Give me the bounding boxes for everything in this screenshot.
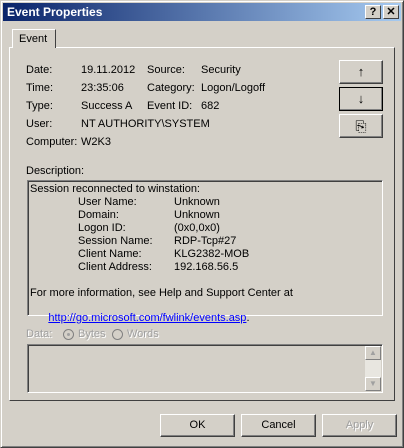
arrow-up-icon: ↑ bbox=[357, 64, 365, 79]
apply-button[interactable]: Apply bbox=[322, 414, 397, 437]
category-label: Category: bbox=[147, 82, 195, 94]
time-value: 23:35:06 bbox=[81, 82, 124, 94]
help-icon: ? bbox=[369, 6, 377, 18]
data-label: Data: bbox=[26, 328, 53, 340]
date-value: 19.11.2012 bbox=[81, 64, 136, 76]
description-value: Unknown bbox=[174, 196, 220, 208]
link-suffix: . bbox=[246, 312, 250, 324]
more-info-text: For more information, see Help and Suppo… bbox=[30, 287, 293, 299]
tab-event[interactable]: Event bbox=[12, 29, 56, 48]
description-key: User Name: bbox=[78, 196, 137, 208]
source-value: Security bbox=[201, 64, 241, 76]
words-radio[interactable] bbox=[112, 329, 123, 340]
help-center-link[interactable]: http://go.microsoft.com/fwlink/events.as… bbox=[48, 312, 246, 324]
tab-event-label: Event bbox=[19, 33, 48, 45]
cancel-label: Cancel bbox=[261, 419, 296, 431]
arrow-down-icon: ↓ bbox=[357, 91, 365, 106]
computer-value: W2K3 bbox=[81, 136, 111, 148]
description-value: KLG2382-MOB bbox=[174, 248, 250, 260]
type-label: Type: bbox=[26, 100, 53, 112]
description-key: Domain: bbox=[78, 209, 119, 221]
computer-label: Computer: bbox=[26, 136, 78, 148]
user-value: NT AUTHORITY\SYSTEM bbox=[81, 118, 210, 130]
help-button[interactable]: ? bbox=[365, 5, 381, 19]
description-value: RDP-Tcp#27 bbox=[174, 235, 237, 247]
apply-label: Apply bbox=[345, 419, 374, 431]
close-icon: ✕ bbox=[386, 6, 396, 18]
copy-icon: ⎘ bbox=[355, 118, 367, 134]
ok-label: OK bbox=[189, 419, 206, 431]
description-label: Description: bbox=[26, 165, 85, 177]
data-scrollbar[interactable]: ▲ ▼ bbox=[365, 346, 381, 391]
category-value: Logon/Logoff bbox=[201, 82, 266, 94]
description-value: 192.168.56.5 bbox=[174, 261, 239, 273]
date-label: Date: bbox=[26, 64, 53, 76]
description-key: Client Address: bbox=[78, 261, 152, 273]
time-label: Time: bbox=[26, 82, 54, 94]
description-intro: Session reconnected to winstation: bbox=[30, 183, 200, 195]
bytes-radio[interactable] bbox=[63, 329, 74, 340]
source-label: Source: bbox=[147, 64, 185, 76]
data-textbox[interactable]: ▲ ▼ bbox=[27, 344, 383, 393]
scroll-down-icon[interactable]: ▼ bbox=[365, 377, 381, 391]
next-event-button[interactable]: ↓ bbox=[339, 87, 383, 111]
type-value: Success A bbox=[81, 100, 133, 112]
window-title: Event Properties bbox=[7, 5, 103, 19]
copy-button[interactable]: ⎘ bbox=[339, 114, 383, 138]
user-label: User: bbox=[26, 118, 53, 130]
description-key: Session Name: bbox=[78, 235, 153, 247]
close-button[interactable]: ✕ bbox=[383, 5, 399, 19]
event-id-label: Event ID: bbox=[147, 100, 193, 112]
previous-event-button[interactable]: ↑ bbox=[339, 60, 383, 84]
event-properties-window: Event Properties ? ✕ Event Date: 19.11.2… bbox=[0, 0, 404, 448]
description-textbox[interactable]: Session reconnected to winstation: User … bbox=[27, 180, 383, 324]
description-key: Logon ID: bbox=[78, 222, 126, 234]
words-radio-label: Words bbox=[127, 328, 159, 340]
description-key: Client Name: bbox=[78, 248, 142, 260]
event-id-value: 682 bbox=[201, 100, 220, 112]
description-value: Unknown bbox=[174, 209, 220, 221]
cancel-button[interactable]: Cancel bbox=[241, 414, 316, 437]
scroll-up-icon[interactable]: ▲ bbox=[365, 346, 381, 360]
ok-button[interactable]: OK bbox=[160, 414, 235, 437]
bytes-radio-label: Bytes bbox=[78, 328, 106, 340]
title-bar[interactable]: Event Properties ? ✕ bbox=[3, 3, 401, 21]
description-value: (0x0,0x0) bbox=[174, 222, 220, 234]
